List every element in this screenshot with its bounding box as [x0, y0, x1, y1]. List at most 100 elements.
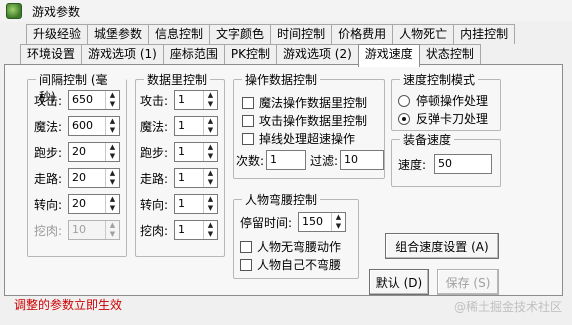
tab-game-options-1[interactable]: 游戏选项 (1) — [81, 44, 164, 64]
tab-coord-range[interactable]: 座标范围 — [162, 44, 225, 64]
default-button[interactable]: 默认 (D) — [369, 269, 429, 295]
tab-price-fee[interactable]: 价格费用 — [331, 24, 394, 44]
spinner-arrows-icon[interactable]: ▲ ▼ — [203, 143, 217, 161]
spinner-arrows-icon[interactable]: ▲ ▼ — [203, 195, 217, 213]
interval-run-label: 跑步: — [34, 145, 63, 160]
spinner-arrows-icon[interactable]: ▲ ▼ — [105, 143, 119, 161]
interval-row-attack: 攻击: 650 ▲ ▼ — [34, 90, 120, 110]
spinner-arrows-icon[interactable]: ▲ ▼ — [105, 117, 119, 135]
checkbox-icon[interactable] — [240, 258, 252, 271]
quantity-magic-spinner[interactable]: 1 ▲ ▼ — [174, 116, 218, 136]
quantity-row-dig: 挖肉: 1 ▲ ▼ — [140, 220, 218, 240]
checkbox-icon[interactable] — [242, 96, 254, 109]
spinner-arrows-icon[interactable]: ▲ ▼ — [203, 117, 217, 135]
check-no-bow-action[interactable]: 人物无弯腰动作 — [240, 238, 341, 255]
check-self-no-bow[interactable]: 人物自己不弯腰 — [240, 256, 341, 273]
interval-magic-spinner[interactable]: 600 ▲ ▼ — [68, 116, 120, 136]
operation-group: 操作数据控制 魔法操作数据里控制 攻击操作数据里控制 掉线处理超速操作 次数: … — [233, 71, 385, 179]
equip-speed-group: 装备速度 速度: 50 — [391, 131, 501, 187]
quantity-magic-label: 魔法: — [140, 119, 169, 134]
interval-attack-label: 攻击: — [34, 93, 63, 108]
tab-plugin-control[interactable]: 内挂控制 — [453, 24, 516, 44]
quantity-group-title: 数据里控制 — [144, 71, 211, 88]
spinner-arrows-icon[interactable]: ▲ ▼ — [105, 169, 119, 187]
tab-row-2: 环境设置 游戏选项 (1) 座标范围 PK控制 游戏选项 (2) 游戏速度 状态… — [20, 44, 481, 67]
interval-run-spinner[interactable]: 20 ▲ ▼ — [68, 142, 120, 162]
interval-row-dig: 挖肉: 10 ▲ ▼ — [34, 220, 120, 240]
speed-mode-group-title: 速度控制模式 — [400, 71, 479, 88]
radio-selected-icon[interactable] — [398, 112, 410, 125]
radio-icon[interactable] — [398, 94, 410, 107]
interval-row-run: 跑步: 20 ▲ ▼ — [34, 142, 120, 162]
quantity-run-label: 跑步: — [140, 145, 169, 160]
operation-count-input[interactable]: 1 — [266, 150, 306, 170]
bow-stay-value: 150 — [302, 215, 323, 228]
interval-group: 间隔控制 (毫秒) 攻击: 650 ▲ ▼ 魔法: 600 ▲ ▼ 跑步: 20 ▲ ▼ 走… — [27, 71, 127, 257]
interval-attack-spinner[interactable]: 650 ▲ ▼ — [68, 90, 120, 110]
checkbox-icon[interactable] — [242, 114, 254, 127]
operation-group-title: 操作数据控制 — [242, 71, 321, 88]
quantity-dig-value: 1 — [178, 223, 185, 236]
equip-speed-row: 速度: 50 — [398, 154, 492, 174]
check-magic-op-control[interactable]: 魔法操作数据里控制 — [242, 94, 367, 111]
quantity-walk-label: 走路: — [140, 171, 169, 186]
radio-pause-label: 停顿操作处理 — [416, 94, 489, 108]
tab-time-control[interactable]: 时间控制 — [270, 24, 333, 44]
interval-magic-value: 600 — [72, 119, 93, 132]
tab-game-options-2[interactable]: 游戏选项 (2) — [275, 44, 359, 64]
check-disconnect-overspeed[interactable]: 掉线处理超速操作 — [242, 130, 355, 147]
radio-bounce-processing[interactable]: 反弹卡刀处理 — [398, 110, 488, 127]
interval-walk-value: 20 — [72, 171, 86, 184]
bow-stay-spinner[interactable]: 150 ▲ ▼ — [298, 212, 346, 232]
interval-magic-label: 魔法: — [34, 119, 63, 134]
tab-character-death[interactable]: 人物死亡 — [392, 24, 455, 44]
tab-environment[interactable]: 环境设置 — [20, 44, 83, 64]
equip-speed-input[interactable]: 50 — [434, 154, 492, 174]
spinner-arrows-icon[interactable]: ▲ ▼ — [203, 169, 217, 187]
check-attack-op-label: 攻击操作数据里控制 — [259, 114, 368, 128]
equip-speed-group-title: 装备速度 — [400, 131, 455, 148]
spinner-arrows-icon[interactable]: ▲ ▼ — [105, 195, 119, 213]
spinner-arrows-icon[interactable]: ▲ ▼ — [203, 91, 217, 109]
tab-castle-params[interactable]: 城堡参数 — [87, 24, 150, 44]
equip-speed-value: 50 — [438, 157, 452, 170]
tab-game-speed[interactable]: 游戏速度 — [357, 44, 420, 67]
tab-pk-control[interactable]: PK控制 — [223, 44, 277, 64]
radio-pause-processing[interactable]: 停顿操作处理 — [398, 92, 488, 109]
quantity-attack-spinner[interactable]: 1 ▲ ▼ — [174, 90, 218, 110]
radio-bounce-label: 反弹卡刀处理 — [416, 112, 489, 126]
interval-row-turn: 转向: 20 ▲ ▼ — [34, 194, 120, 214]
bow-control-group: 人物弯腰控制 停留时间: 150 ▲ ▼ 人物无弯腰动作 人物自己不弯腰 — [233, 191, 359, 279]
quantity-row-magic: 魔法: 1 ▲ ▼ — [140, 116, 218, 136]
tab-status-control[interactable]: 状态控制 — [418, 44, 481, 64]
quantity-turn-spinner[interactable]: 1 ▲ ▼ — [174, 194, 218, 214]
spinner-arrows-icon[interactable]: ▲ ▼ — [105, 91, 119, 109]
quantity-row-walk: 走路: 1 ▲ ▼ — [140, 168, 218, 188]
quantity-walk-value: 1 — [178, 171, 185, 184]
quantity-row-run: 跑步: 1 ▲ ▼ — [140, 142, 218, 162]
interval-turn-spinner[interactable]: 20 ▲ ▼ — [68, 194, 120, 214]
quantity-walk-spinner[interactable]: 1 ▲ ▼ — [174, 168, 218, 188]
quantity-dig-label: 挖肉: — [140, 223, 169, 238]
tab-text-color[interactable]: 文字颜色 — [209, 24, 272, 44]
tab-info-control[interactable]: 信息控制 — [148, 24, 211, 44]
quantity-dig-spinner[interactable]: 1 ▲ ▼ — [174, 220, 218, 240]
checkbox-icon[interactable] — [240, 240, 252, 253]
speed-mode-group: 速度控制模式 停顿操作处理 反弹卡刀处理 — [391, 71, 501, 131]
tab-upgrade-exp[interactable]: 升级经验 — [26, 24, 89, 44]
operation-filter-input[interactable]: 10 — [340, 150, 384, 170]
quantity-turn-value: 1 — [178, 197, 185, 210]
interval-walk-spinner[interactable]: 20 ▲ ▼ — [68, 168, 120, 188]
interval-turn-label: 转向: — [34, 197, 63, 212]
quantity-run-spinner[interactable]: 1 ▲ ▼ — [174, 142, 218, 162]
spinner-arrows-icon[interactable]: ▲ ▼ — [331, 213, 345, 231]
game-params-window: 游戏参数 升级经验 城堡参数 信息控制 文字颜色 时间控制 价格费用 人物死亡 … — [0, 0, 572, 325]
interval-dig-value: 10 — [72, 223, 86, 236]
interval-attack-value: 650 — [72, 93, 93, 106]
spinner-arrows-icon[interactable]: ▲ ▼ — [203, 221, 217, 239]
save-button: 保存 (S) — [437, 269, 499, 295]
checkbox-icon[interactable] — [242, 132, 254, 145]
quantity-group: 数据里控制 攻击: 1 ▲ ▼ 魔法: 1 ▲ ▼ 跑步: 1 ▲ ▼ 走路: 1 ▲ ▼ — [135, 71, 225, 257]
check-attack-op-control[interactable]: 攻击操作数据里控制 — [242, 112, 367, 129]
combo-speed-button[interactable]: 组合速度设置 (A) — [385, 233, 499, 259]
